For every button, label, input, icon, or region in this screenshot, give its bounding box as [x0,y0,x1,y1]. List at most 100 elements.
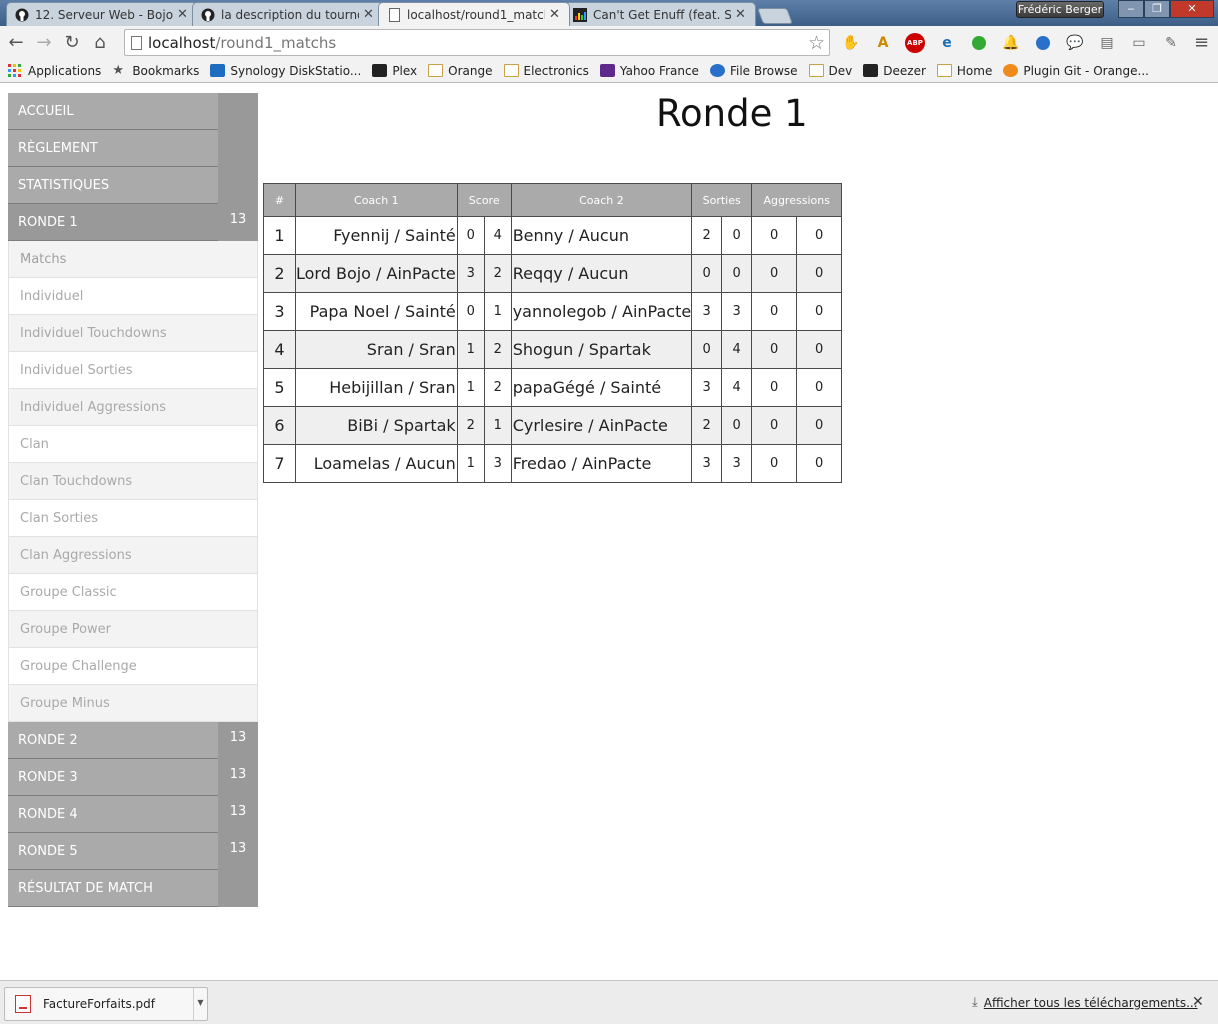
sub-individuel-aggressions[interactable]: Individuel Aggressions [8,389,258,426]
page-icon [387,7,401,22]
nav-ronde-3[interactable]: RONDE 3 13 [8,758,258,796]
bookmark-file-browse[interactable]: File Browse [709,64,798,78]
nav-label: RONDE 3 [18,769,78,785]
close-tab-icon[interactable]: ✕ [177,7,189,22]
back-icon[interactable]: ← [2,29,30,57]
sub-clan-touchdowns[interactable]: Clan Touchdowns [8,463,258,500]
tool-icon[interactable]: ✎ [1158,30,1184,56]
home-icon[interactable]: ⌂ [86,29,114,57]
score-1-cell: 0 [456,292,485,331]
bookmark-synology[interactable]: Synology DiskStatio... [210,64,361,78]
score-1-cell: 0 [456,216,485,255]
close-tab-icon[interactable]: ✕ [363,7,375,22]
screen-icon[interactable]: ▭ [1126,30,1152,56]
downloads-shelf: FactureForfaits.pdf ▼ ⤓ Afficher tous le… [0,980,1218,1024]
sub-clan-sorties[interactable]: Clan Sorties [8,500,258,537]
chevron-down-icon[interactable]: ▼ [193,988,207,1020]
close-tab-icon[interactable]: ✕ [735,7,747,22]
sub-groupe-power[interactable]: Groupe Power [8,611,258,648]
tab-serveur-web[interactable]: 12. Serveur Web - Bojo38/ ✕ [6,2,198,26]
address-bar[interactable]: localhost/round1_matchs ☆ [124,29,830,56]
bookmark-electronics[interactable]: Electronics [503,63,589,78]
menu-icon[interactable]: ≡ [1194,32,1212,53]
hand-icon[interactable]: ✋ [838,30,864,56]
bell-icon[interactable]: 🔔 [998,30,1024,56]
sub-groupe-classic[interactable]: Groupe Classic [8,574,258,611]
bookmark-star-icon[interactable]: ☆ [808,32,825,54]
pdf-icon [15,995,31,1013]
new-tab-button[interactable] [757,8,793,24]
sub-groupe-minus[interactable]: Groupe Minus [8,685,258,722]
bookmark-label: Electronics [523,63,589,78]
tab-deezer[interactable]: Can't Get Enuff (feat. Shor ✕ [564,2,756,26]
bookmark-dev[interactable]: Dev [808,64,852,78]
bookmark-home[interactable]: Home [936,64,992,78]
minimize-button[interactable]: ‒ [1118,0,1144,18]
pushbullet-icon[interactable]: e [934,30,960,56]
sub-individuel-sorties[interactable]: Individuel Sorties [8,352,258,389]
coach-2-cell: yannolegob / AinPacte [510,292,693,331]
nav-ronde-4[interactable]: RONDE 4 13 [8,795,258,833]
bookmark-deezer[interactable]: Deezer [863,64,926,78]
download-item[interactable]: FactureForfaits.pdf ▼ [4,987,208,1021]
avast-icon[interactable]: A [870,30,896,56]
score-1-cell: 1 [456,368,485,407]
nav-ronde-2[interactable]: RONDE 2 13 [8,721,258,759]
page-icon [131,35,142,50]
profile-badge[interactable]: Frédéric Berger [1016,1,1104,18]
folder-icon [936,64,952,77]
aggressions-2-cell: 0 [796,368,843,407]
nav-reglement[interactable]: RÈGLEMENT [8,129,258,167]
close-window-button[interactable]: ✕ [1170,0,1214,18]
table-row: 5 Hebijillan / Sran 1 2 papaGégé / Sainté 3 4 0… [263,368,843,407]
evernote-icon[interactable] [966,30,992,56]
bookmark-plex[interactable]: Plex [372,64,417,78]
chat-icon[interactable]: 💬 [1062,30,1088,56]
bookmark-bookmarks[interactable]: ★ Bookmarks [112,64,199,78]
maximize-button[interactable]: ❐ [1144,0,1170,18]
aggressions-1-cell: 0 [751,254,798,293]
score-1-cell: 1 [456,330,485,369]
globe-icon[interactable] [1030,30,1056,56]
nav-resultat-de-match[interactable]: RÉSULTAT DE MATCH [8,869,258,907]
sub-individuel-touchdowns[interactable]: Individuel Touchdowns [8,315,258,352]
sub-individuel[interactable]: Individuel [8,278,258,315]
sorties-1-cell: 2 [691,216,723,255]
bookmark-plugin-git[interactable]: Plugin Git - Orange... [1003,64,1149,78]
nav-accueil[interactable]: ACCUEIL [8,92,258,130]
bookmark-label: Yahoo France [619,63,699,78]
nav-label: RONDE 2 [18,732,78,748]
tab-round1-matchs[interactable]: localhost/round1_matchs ✕ [378,2,570,26]
sub-clan[interactable]: Clan [8,426,258,463]
bookmark-yahoo[interactable]: Yahoo France [599,63,699,78]
header-aggressions: Aggressions [751,183,843,217]
sub-groupe-challenge[interactable]: Groupe Challenge [8,648,258,685]
show-all-downloads-link[interactable]: ⤓ Afficher tous les téléchargements... [972,995,1198,1010]
match-number: 6 [263,406,296,445]
nav-statistiques[interactable]: STATISTIQUES [8,166,258,204]
bookmark-applications[interactable]: Applications [8,64,101,78]
download-icon: ⤓ [972,995,978,1010]
header-coach-1: Coach 1 [295,183,458,217]
sub-matchs[interactable]: Matchs [8,241,258,278]
header-num: # [263,183,296,217]
nav-label: ACCUEIL [18,103,74,119]
nav-label: RONDE 5 [18,843,78,859]
close-tab-icon[interactable]: ✕ [549,7,561,22]
adblock-icon[interactable]: ABP [902,30,928,56]
coach-2-cell: Shogun / Spartak [510,330,693,369]
bookmark-orange[interactable]: Orange [428,64,493,78]
coach-1-cell: BiBi / Spartak [295,406,458,445]
reload-icon[interactable]: ↻ [58,29,86,57]
stack-icon[interactable]: ▤ [1094,30,1120,56]
forward-icon[interactable]: → [30,29,58,57]
tab-description-tournoi[interactable]: la description du tournoi n ✕ [192,2,384,26]
sub-clan-aggressions[interactable]: Clan Aggressions [8,537,258,574]
bookmark-label: Applications [28,63,102,78]
coach-1-cell: Lord Bojo / AinPacte [295,254,458,293]
close-icon[interactable]: ✕ [1192,994,1204,1010]
match-number: 5 [263,368,296,407]
sorties-1-cell: 0 [691,254,723,293]
nav-ronde-1[interactable]: RONDE 1 13 [8,203,258,241]
nav-ronde-5[interactable]: RONDE 5 13 [8,832,258,870]
